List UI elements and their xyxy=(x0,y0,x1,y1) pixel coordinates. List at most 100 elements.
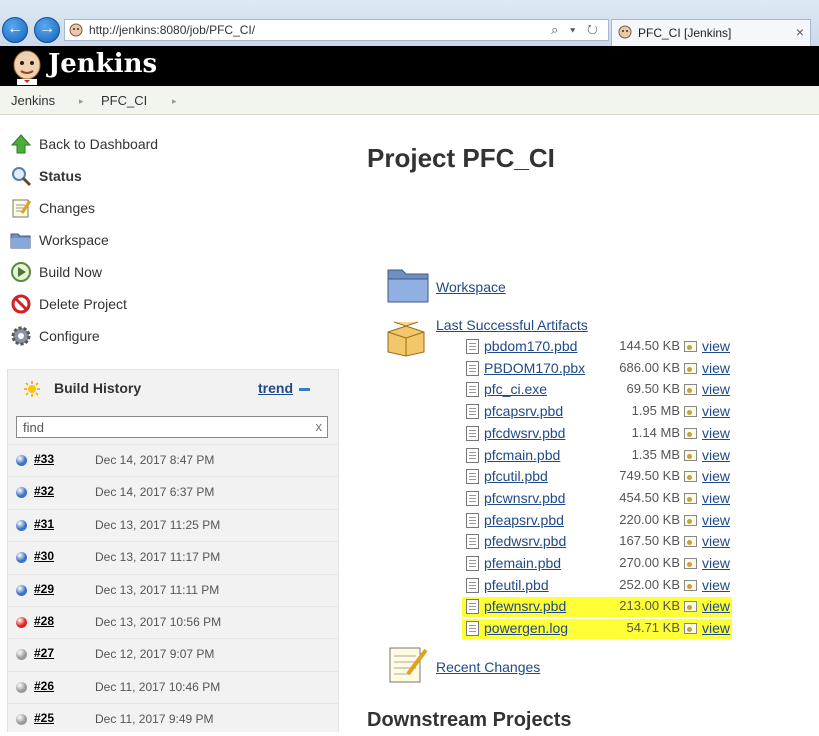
artifact-file-link[interactable]: pfcutil.pbd xyxy=(484,468,548,484)
task-label: Changes xyxy=(39,200,96,216)
artifact-view-link[interactable]: view xyxy=(702,338,730,354)
build-status-ball-icon xyxy=(16,519,27,531)
artifact-view-link[interactable]: view xyxy=(702,425,730,441)
jenkins-butler-icon[interactable] xyxy=(10,49,44,85)
artifact-size: 1.35 MB xyxy=(631,446,680,462)
tab-favicon-icon xyxy=(618,25,632,39)
forward-button[interactable]: → xyxy=(34,17,60,43)
clear-search-icon[interactable]: x xyxy=(316,419,323,434)
trend-link[interactable]: trend xyxy=(258,380,293,396)
build-row: #27 Dec 12, 2017 9:07 PM xyxy=(8,638,338,671)
build-number-link[interactable]: #28 xyxy=(34,614,54,628)
artifact-view-link[interactable]: view xyxy=(702,598,730,614)
artifact-view-link[interactable]: view xyxy=(702,555,730,571)
build-number-link[interactable]: #27 xyxy=(34,646,54,660)
artifact-view-link[interactable]: view xyxy=(702,381,730,397)
artifact-file-link[interactable]: pfcmain.pbd xyxy=(484,447,560,463)
workspace-folder-icon[interactable] xyxy=(386,266,430,306)
package-icon xyxy=(387,321,425,357)
artifact-file-link[interactable]: pbdom170.pbd xyxy=(484,338,577,354)
artifact-file-link[interactable]: pfewnsrv.pbd xyxy=(484,598,566,614)
artifact-size: 213.00 KB xyxy=(619,598,680,614)
build-row: #32 Dec 14, 2017 6:37 PM xyxy=(8,476,338,509)
artifact-view-link[interactable]: view xyxy=(702,577,730,593)
artifact-row: pbdom170.pbd 144.50 KB view xyxy=(466,336,746,357)
artifact-file-link[interactable]: pfc_ci.exe xyxy=(484,381,547,397)
recent-changes-link[interactable]: Recent Changes xyxy=(436,659,540,675)
fingerprint-icon[interactable] xyxy=(684,341,697,352)
address-actions-icon[interactable]: ⌕ ▾ ↻ xyxy=(551,22,602,38)
build-number-link[interactable]: #25 xyxy=(34,711,54,725)
build-search-input[interactable]: find x xyxy=(16,416,328,438)
artifact-view-link[interactable]: view xyxy=(702,403,730,419)
artifact-view-link[interactable]: view xyxy=(702,512,730,528)
artifact-view-link[interactable]: view xyxy=(702,360,730,376)
artifact-file-link[interactable]: pfeapsrv.pbd xyxy=(484,512,564,528)
breadcrumb: Jenkins ▸ PFC_CI ▸ xyxy=(0,86,819,115)
file-icon xyxy=(466,556,479,571)
page-title: Project PFC_CI xyxy=(367,143,555,173)
jenkins-header: Jenkins xyxy=(0,46,819,86)
artifact-view-link[interactable]: view xyxy=(702,490,730,506)
jenkins-brand[interactable]: Jenkins xyxy=(48,49,157,79)
fingerprint-icon[interactable] xyxy=(684,558,697,569)
build-number-link[interactable]: #32 xyxy=(34,484,54,498)
breadcrumb-job[interactable]: PFC_CI xyxy=(101,93,147,108)
fingerprint-icon[interactable] xyxy=(684,579,697,591)
artifact-view-link[interactable]: view xyxy=(702,533,730,549)
fingerprint-icon[interactable] xyxy=(684,514,697,526)
artifact-file-link[interactable]: pfedwsrv.pbd xyxy=(484,533,566,549)
build-number-link[interactable]: #26 xyxy=(34,679,54,693)
fingerprint-icon[interactable] xyxy=(684,384,697,396)
artifact-file-link[interactable]: pfcwnsrv.pbd xyxy=(484,490,565,506)
file-icon xyxy=(466,512,479,528)
build-date: Dec 14, 2017 6:37 PM xyxy=(95,485,215,500)
build-date: Dec 11, 2017 10:46 PM xyxy=(95,679,221,694)
artifact-file-link[interactable]: pfcdwsrv.pbd xyxy=(484,425,565,441)
last-successful-artifacts-link[interactable]: Last Successful Artifacts xyxy=(436,317,588,333)
fingerprint-icon[interactable] xyxy=(684,406,697,418)
collapse-icon[interactable] xyxy=(299,388,310,391)
breadcrumb-separator-icon[interactable]: ▸ xyxy=(79,96,84,107)
artifact-file-link[interactable]: powergen.log xyxy=(484,620,568,636)
tab-close-icon[interactable]: × xyxy=(796,24,804,40)
artifact-size: 167.50 KB xyxy=(619,533,680,549)
fingerprint-icon[interactable] xyxy=(684,449,697,461)
build-number-link[interactable]: #29 xyxy=(34,582,54,596)
artifact-file-link[interactable]: pfemain.pbd xyxy=(484,555,561,571)
artifact-row: pfcdwsrv.pbd 1.14 MB view xyxy=(466,423,746,444)
build-status-ball-icon xyxy=(16,455,27,466)
file-icon xyxy=(466,404,479,420)
fingerprint-icon[interactable] xyxy=(684,362,697,374)
file-icon xyxy=(466,425,479,441)
artifact-size: 270.00 KB xyxy=(619,555,680,570)
artifact-file-link[interactable]: pfeutil.pbd xyxy=(484,577,549,593)
fingerprint-icon[interactable] xyxy=(684,492,697,504)
fingerprint-icon[interactable] xyxy=(684,601,697,613)
address-bar[interactable]: http://jenkins:8080/job/PFC_CI/ ⌕ ▾ ↻ xyxy=(64,19,609,41)
artifact-row: pfcwnsrv.pbd 454.50 KB view xyxy=(466,488,746,509)
build-number-link[interactable]: #30 xyxy=(34,549,54,563)
build-date: Dec 13, 2017 11:17 PM xyxy=(95,550,221,565)
fingerprint-icon[interactable] xyxy=(684,536,697,548)
back-button[interactable]: ← xyxy=(2,17,28,43)
workspace-link[interactable]: Workspace xyxy=(436,279,506,295)
fingerprint-icon[interactable] xyxy=(684,623,697,635)
fingerprint-icon[interactable] xyxy=(684,427,697,439)
task-label: Back to Dashboard xyxy=(39,136,159,152)
artifact-file-link[interactable]: PBDOM170.pbx xyxy=(484,360,585,376)
browser-tab[interactable]: PFC_CI [Jenkins] × xyxy=(611,19,811,46)
fingerprint-icon[interactable] xyxy=(684,471,697,483)
artifact-size: 686.00 KB xyxy=(619,359,680,375)
breadcrumb-jenkins[interactable]: Jenkins xyxy=(11,93,55,108)
build-number-link[interactable]: #31 xyxy=(34,517,54,531)
file-icon xyxy=(466,360,479,376)
artifact-view-link[interactable]: view xyxy=(702,447,730,463)
artifact-view-link[interactable]: view xyxy=(702,468,730,484)
build-history-panel: Build History trend find x #33 Dec 14, 20… xyxy=(7,369,339,732)
build-number-link[interactable]: #33 xyxy=(34,452,54,466)
artifact-view-link[interactable]: view xyxy=(702,620,730,636)
artifact-size: 454.50 KB xyxy=(619,489,680,505)
artifact-file-link[interactable]: pfcapsrv.pbd xyxy=(484,403,563,419)
breadcrumb-separator-icon[interactable]: ▸ xyxy=(172,96,177,107)
